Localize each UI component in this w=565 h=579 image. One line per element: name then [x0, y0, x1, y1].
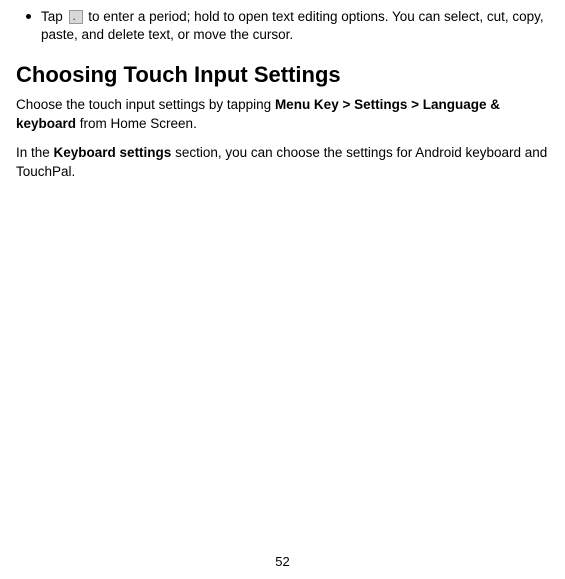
- paragraph-1: Choose the touch input settings by tappi…: [16, 96, 549, 134]
- para2-bold: Keyboard settings: [54, 145, 172, 160]
- page-number: 52: [0, 554, 565, 569]
- para1-after: from Home Screen.: [76, 116, 197, 131]
- period-key-icon: [69, 10, 83, 24]
- paragraph-2: In the Keyboard settings section, you ca…: [16, 144, 549, 182]
- bullet-prefix: Tap: [41, 9, 67, 24]
- para2-before: In the: [16, 145, 54, 160]
- bullet-item: Tap to enter a period; hold to open text…: [26, 8, 549, 44]
- bullet-text: Tap to enter a period; hold to open text…: [41, 8, 549, 44]
- para1-before: Choose the touch input settings by tappi…: [16, 97, 275, 112]
- bullet-marker: [26, 14, 31, 19]
- bullet-suffix: to enter a period; hold to open text edi…: [41, 9, 544, 42]
- section-heading: Choosing Touch Input Settings: [16, 62, 549, 88]
